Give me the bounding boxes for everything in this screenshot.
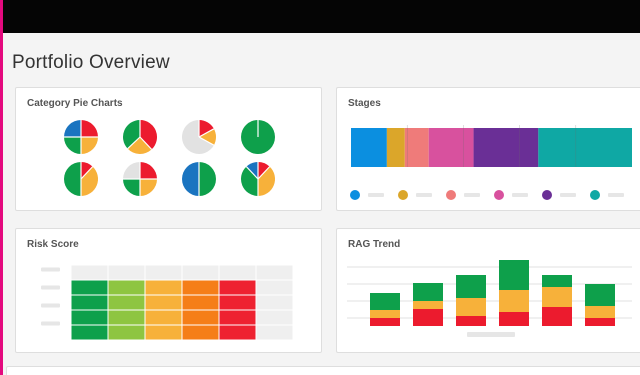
rag-bar-segment	[542, 287, 572, 307]
app-window: Portfolio Overview Category Pie Charts S…	[3, 0, 640, 375]
pie-chart	[64, 162, 98, 196]
rag-bar-segment	[456, 275, 486, 298]
risk-cell	[71, 280, 108, 295]
risk-cell	[182, 295, 219, 310]
pie-slice	[123, 179, 140, 196]
risk-cell	[71, 325, 108, 340]
stages-chart	[350, 125, 632, 200]
rag-bar-segment	[413, 301, 443, 309]
stage-legend-label	[608, 193, 624, 197]
risk-row-label	[41, 267, 60, 272]
risk-matrix	[41, 264, 294, 341]
rag-bar-segment	[542, 275, 572, 287]
risk-cell	[145, 310, 182, 325]
category-pie-charts-card: Category Pie Charts	[15, 87, 322, 211]
stage-legend-label	[416, 193, 432, 197]
pie-slice	[64, 120, 81, 137]
risk-cell	[108, 295, 145, 310]
stage-legend-label	[512, 193, 528, 197]
stage-segment	[473, 128, 539, 167]
rag-bar-segment	[456, 316, 486, 326]
risk-cell	[219, 295, 256, 310]
pie-slice	[64, 162, 81, 196]
risk-row-label	[41, 285, 60, 290]
risk-cell	[219, 280, 256, 295]
risk-cell	[71, 295, 108, 310]
rag-bar-segment	[499, 260, 529, 290]
rag-bar-segment	[456, 298, 486, 316]
risk-cell	[108, 310, 145, 325]
risk-cell	[71, 310, 108, 325]
rag-trend-card: RAG Trend	[336, 228, 640, 353]
risk-cell	[108, 325, 145, 340]
pie-chart	[182, 120, 217, 154]
pie-chart	[64, 120, 98, 154]
pie-slice	[64, 137, 81, 154]
rag-bar-segment	[585, 306, 615, 318]
stage-legend-label	[560, 193, 576, 197]
rag-bar-segment	[585, 318, 615, 326]
pie-chart	[240, 162, 275, 196]
rag-bar-segment	[413, 283, 443, 301]
rag-bar-segment	[542, 307, 572, 326]
stage-legend-dot	[542, 190, 552, 200]
rag-bar-segment	[585, 284, 615, 306]
stage-legend-dot	[494, 190, 504, 200]
pie-chart	[123, 120, 157, 154]
pie-slice	[123, 162, 140, 179]
rag-trend-chart	[347, 260, 632, 337]
stage-legend-label	[464, 193, 480, 197]
rag-x-label	[467, 332, 515, 337]
rag-bar-segment	[413, 309, 443, 326]
stage-legend-label	[368, 193, 384, 197]
risk-cell	[182, 310, 219, 325]
stage-segment	[538, 128, 632, 167]
risk-cell	[182, 280, 219, 295]
risk-cell	[219, 310, 256, 325]
stage-legend-dot	[398, 190, 408, 200]
risk-row-label	[41, 303, 60, 308]
next-card	[6, 366, 640, 375]
stage-segment	[386, 128, 405, 167]
risk-row-label	[41, 321, 60, 326]
rag-bar-segment	[499, 290, 529, 312]
risk-cell	[145, 325, 182, 340]
pie-slice	[199, 162, 216, 196]
pie-chart	[123, 162, 157, 196]
stages-card: Stages	[336, 87, 640, 211]
pie-slice	[140, 162, 157, 179]
stage-legend-dot	[590, 190, 600, 200]
rag-bar-segment	[370, 293, 400, 310]
page-title: Portfolio Overview	[12, 52, 170, 73]
top-bar	[3, 0, 640, 33]
pie-slice	[140, 179, 157, 196]
stage-segment	[351, 128, 387, 167]
risk-cell	[182, 325, 219, 340]
stage-legend-dot	[446, 190, 456, 200]
risk-cell	[108, 280, 145, 295]
rag-bar-segment	[499, 312, 529, 326]
risk-cell	[145, 280, 182, 295]
risk-cell	[219, 325, 256, 340]
pie-slice	[81, 120, 98, 137]
pie-slice	[81, 137, 98, 154]
rag-bar-segment	[370, 310, 400, 318]
risk-score-card: Risk Score	[15, 228, 322, 353]
pie-slice	[182, 162, 199, 196]
pie-chart	[182, 162, 216, 196]
stage-legend-dot	[350, 190, 360, 200]
risk-cell	[145, 295, 182, 310]
stage-segment	[428, 128, 474, 167]
stage-segment	[404, 128, 429, 167]
pie-charts	[64, 120, 275, 196]
rag-bar-segment	[370, 318, 400, 326]
pie-chart	[241, 120, 275, 154]
